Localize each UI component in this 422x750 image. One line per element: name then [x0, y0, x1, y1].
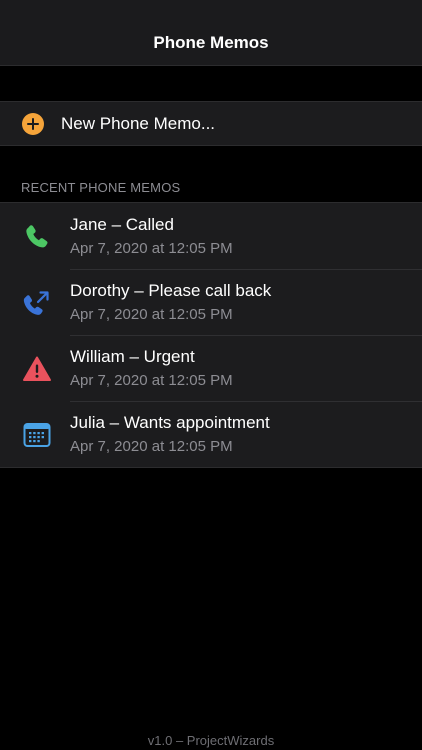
recent-memo-list: Jane – Called Apr 7, 2020 at 12:05 PM Do… — [0, 202, 422, 468]
phone-icon — [22, 222, 52, 252]
memo-title: Julia – Wants appointment — [70, 413, 270, 432]
memo-row-julia[interactable]: Julia – Wants appointment Apr 7, 2020 at… — [0, 401, 422, 467]
memo-date: Apr 7, 2020 at 12:05 PM — [70, 240, 233, 257]
new-phone-memo-label: New Phone Memo... — [61, 114, 216, 133]
memo-date: Apr 7, 2020 at 12:05 PM — [70, 438, 233, 455]
navigation-bar: Phone Memos — [0, 0, 422, 66]
phone-callback-icon — [22, 288, 52, 318]
memo-title: Dorothy – Please call back — [70, 281, 272, 300]
warning-icon — [22, 354, 52, 384]
memo-title: William – Urgent — [70, 347, 195, 366]
memo-title: Jane – Called — [70, 215, 174, 234]
new-phone-memo-button[interactable]: New Phone Memo... — [0, 101, 422, 146]
calendar-icon — [22, 420, 52, 450]
memo-row-dorothy[interactable]: Dorothy – Please call back Apr 7, 2020 a… — [0, 269, 422, 335]
memo-row-jane[interactable]: Jane – Called Apr 7, 2020 at 12:05 PM — [0, 203, 422, 269]
version-footer: v1.0 – ProjectWizards — [147, 733, 275, 748]
section-header-recent: RECENT PHONE MEMOS — [21, 180, 181, 195]
memo-row-william[interactable]: William – Urgent Apr 7, 2020 at 12:05 PM — [0, 335, 422, 401]
memo-date: Apr 7, 2020 at 12:05 PM — [70, 372, 233, 389]
memo-date: Apr 7, 2020 at 12:05 PM — [70, 306, 233, 323]
plus-circle-icon — [22, 113, 44, 135]
page-title: Phone Memos — [153, 32, 269, 52]
